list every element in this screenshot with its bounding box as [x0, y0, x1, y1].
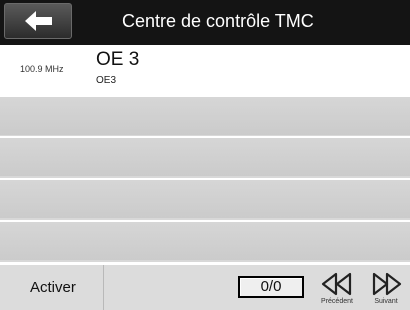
rewind-icon: [321, 272, 352, 296]
previous-label: Précédent: [321, 298, 353, 305]
list-item[interactable]: [0, 95, 410, 135]
list-item[interactable]: [0, 178, 410, 218]
message-counter: 0/0: [238, 276, 304, 298]
list-item[interactable]: [0, 136, 410, 176]
activate-label: Activer: [30, 279, 76, 296]
bottom-toolbar: Activer 0/0 Précédent Suivant: [0, 265, 410, 310]
station-list-item[interactable]: 100.9 MHz OE 3 OE3: [0, 45, 410, 95]
list-item[interactable]: [0, 220, 410, 260]
fast-forward-icon: [372, 272, 402, 296]
station-name: OE 3: [96, 49, 140, 70]
title-bar: Centre de contrôle TMC: [0, 0, 410, 45]
previous-button[interactable]: Précédent: [312, 265, 362, 310]
next-label: Suivant: [374, 298, 398, 305]
back-arrow-icon: [25, 11, 52, 31]
activate-button[interactable]: Activer: [0, 265, 104, 310]
station-subname: OE3: [96, 75, 117, 86]
page-title: Centre de contrôle TMC: [122, 11, 314, 31]
next-button[interactable]: Suivant: [362, 265, 410, 310]
station-frequency: 100.9 MHz: [20, 64, 64, 74]
back-button[interactable]: [4, 3, 72, 39]
tmc-control-screen: Centre de contrôle TMC 100.9 MHz OE 3 OE…: [0, 0, 410, 310]
